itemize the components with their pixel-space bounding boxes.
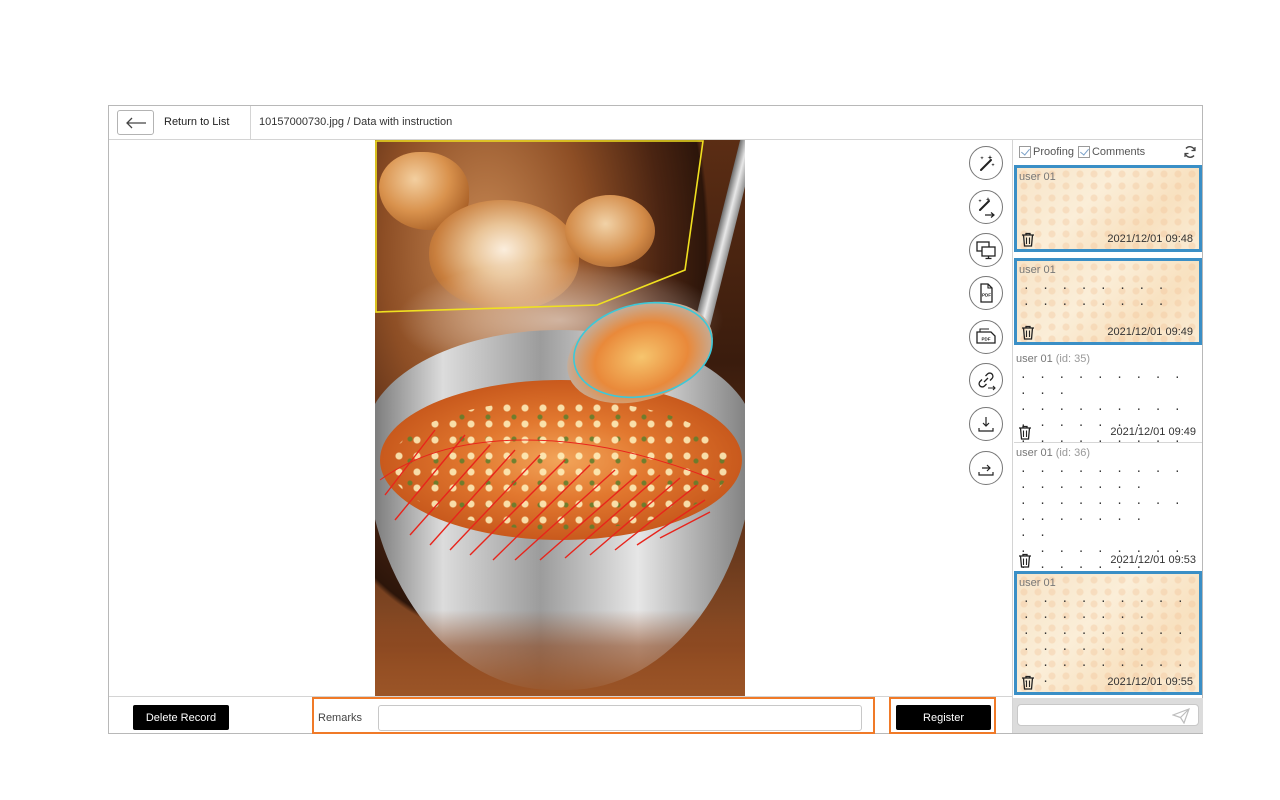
annotation-overlay[interactable] [375,140,745,696]
comment-input[interactable] [1017,704,1199,726]
magic-wand-button[interactable] [969,146,1003,180]
header-divider [250,106,251,140]
download-icon [978,417,994,432]
magic-wand-apply-button[interactable] [969,190,1003,224]
magic-wand-arrow-icon [978,197,995,218]
comment-card[interactable]: user 01 (id: 35) · · · · · · · · · · · ·… [1014,350,1202,442]
comment-card[interactable]: user 01 · · · · · · · · · · · · · · · · … [1014,258,1202,345]
filter-comments-checkbox[interactable]: Comments [1077,146,1146,158]
compare-screens-button[interactable] [969,233,1003,267]
comment-time: 2021/12/01 09:53 [1110,554,1196,566]
comment-user: user 01 [1019,171,1056,183]
comment-input-bar [1013,698,1203,733]
app-window: Return to List 10157000730.jpg / Data wi… [108,105,1203,734]
comment-user: user 01 [1019,264,1056,276]
comment-time: 2021/12/01 09:49 [1110,426,1196,438]
divider [1014,442,1202,443]
delete-record-button[interactable]: Delete Record [133,705,229,730]
comment-body: · · · · · · · · · · · · · · · · [1023,282,1168,311]
screens-icon [976,241,996,260]
comments-panel: Proofing Comments user 01 2021/12/01 09:… [1012,140,1203,733]
pdf-portrait-button[interactable]: PDF [969,276,1003,310]
link-icon [978,372,996,391]
pdf-portrait-icon: PDF [980,283,993,303]
filter-proofing-checkbox[interactable]: Proofing [1019,146,1074,158]
annotation-cyan-ellipse[interactable] [565,290,721,409]
export-button[interactable] [969,451,1003,485]
pdf-landscape-button[interactable]: PDF [969,320,1003,354]
comment-user: user 01 [1019,577,1056,589]
arrow-left-icon [125,117,146,128]
comment-card[interactable]: user 01 2021/12/01 09:48 [1014,165,1202,252]
svg-text:PDF: PDF [982,337,991,342]
comment-time: 2021/12/01 09:55 [1107,676,1193,688]
remarks-group: Remarks [312,697,875,734]
download-button[interactable] [969,407,1003,441]
file-title: 10157000730.jpg / Data with instruction [259,116,453,128]
trash-icon[interactable] [1021,675,1035,690]
comment-card[interactable]: user 01 (id: 36) · · · · · · · · · · · ·… [1014,444,1202,570]
proof-image[interactable] [375,140,745,696]
filter-proofing-label: Proofing [1033,146,1074,158]
refresh-icon[interactable] [1183,145,1197,159]
copy-link-button[interactable] [969,363,1003,397]
comment-time: 2021/12/01 09:49 [1107,326,1193,338]
annotation-red-hatching[interactable] [379,429,716,561]
send-icon[interactable] [1172,708,1190,724]
header: Return to List 10157000730.jpg / Data wi… [109,106,1202,140]
pdf-landscape-icon: PDF [976,328,996,344]
magic-wand-icon [980,155,995,171]
comment-user: user 01 (id: 35) [1016,353,1091,365]
trash-icon[interactable] [1021,325,1035,340]
remarks-input[interactable] [378,705,862,731]
checkbox-checked-icon [1077,146,1090,158]
svg-text:PDF: PDF [982,293,991,298]
annotation-yellow-polygon[interactable] [375,140,704,313]
checkbox-checked-icon [1019,146,1031,158]
footer-bar: Delete Record Remarks Register [109,696,1012,734]
comment-card[interactable]: user 01 · · · · · · · · · · · · · · · · … [1014,571,1202,695]
comment-user: user 01 (id: 36) [1016,447,1091,459]
export-icon [978,464,994,476]
register-group: Register [889,697,996,734]
filter-comments-label: Comments [1091,146,1146,158]
filter-bar: Proofing Comments [1013,140,1203,164]
comment-time: 2021/12/01 09:48 [1107,233,1193,245]
remarks-label: Remarks [318,712,363,724]
register-button[interactable]: Register [896,705,991,730]
trash-icon[interactable] [1018,553,1032,568]
return-to-list-link[interactable]: Return to List [164,116,229,128]
back-button[interactable] [117,110,154,135]
trash-icon[interactable] [1018,425,1032,440]
trash-icon[interactable] [1021,232,1035,247]
